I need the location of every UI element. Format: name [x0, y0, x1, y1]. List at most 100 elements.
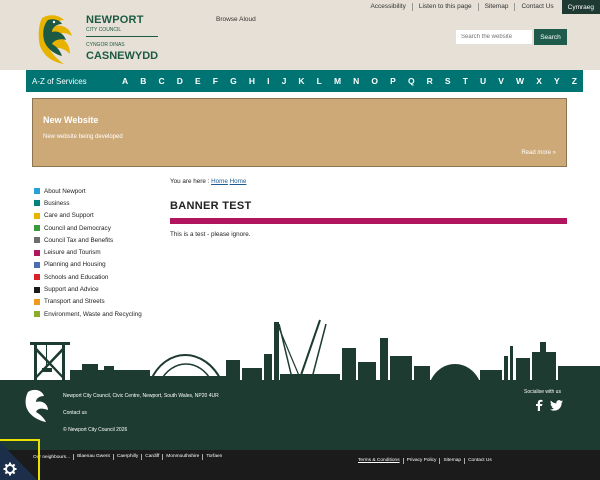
sidebar-item-planning-housing[interactable]: Planning and Housing — [34, 259, 164, 271]
sidebar-item-council-democracy[interactable]: Council and Democracy — [34, 222, 164, 234]
az-letter-i[interactable]: I — [267, 76, 269, 86]
az-letter-u[interactable]: U — [480, 76, 486, 86]
council-address: Newport City Council, Civic Centre, Newp… — [63, 393, 219, 399]
sidebar-item-schools-education[interactable]: Schools and Education — [34, 271, 164, 283]
sidebar-item-leisure-tourism[interactable]: Leisure and Tourism — [34, 246, 164, 258]
listen-link[interactable]: Listen to this page — [411, 3, 478, 11]
neighbour-link-caerphilly[interactable]: Caerphilly — [112, 454, 141, 460]
browse-aloud-link[interactable]: Browse Aloud — [216, 16, 256, 23]
az-letter-m[interactable]: M — [334, 76, 341, 86]
sidebar-item-support-advice[interactable]: Support and Advice — [34, 283, 164, 295]
az-letter-t[interactable]: T — [463, 76, 468, 86]
footer-contact-us-link[interactable]: Contact Us — [464, 458, 495, 464]
neighbour-link-monmouthshire[interactable]: Monmouthshire — [162, 454, 202, 460]
news-banner[interactable]: New Website New website being developed … — [32, 98, 567, 167]
category-color-square — [34, 286, 40, 293]
language-toggle-button[interactable]: Cymraeg — [561, 0, 600, 14]
footer-sitemap-link[interactable]: Sitemap — [439, 458, 464, 464]
logo-divider — [86, 36, 158, 37]
az-letter-e[interactable]: E — [195, 76, 201, 86]
accessibility-link[interactable]: Accessibility — [364, 3, 411, 11]
contact-us-link[interactable]: Contact Us — [514, 3, 559, 11]
banner-title[interactable]: New Website — [43, 115, 98, 125]
sidebar-item-label: Leisure and Tourism — [44, 249, 101, 257]
sidebar-item-business[interactable]: Business — [34, 197, 164, 209]
sidebar-item-care-support[interactable]: Care and Support — [34, 210, 164, 222]
legal-links: Terms & Conditions Privacy Policy Sitema… — [355, 458, 495, 464]
az-letter-o[interactable]: O — [371, 76, 378, 86]
banner-read-more-link[interactable]: Read more » — [521, 150, 556, 156]
page-body-text: This is a test - please ignore. — [170, 231, 251, 238]
sidebar-item-council-tax[interactable]: Council Tax and Benefits — [34, 234, 164, 246]
logo-sub-cy: CYNGOR DINAS — [86, 42, 125, 48]
logo-name-en: NEWPORT — [86, 14, 144, 26]
category-color-square — [34, 249, 40, 256]
privacy-policy-link[interactable]: Privacy Policy — [402, 458, 440, 464]
logo-sub-en: CITY COUNCIL — [86, 27, 122, 33]
az-letter-l[interactable]: L — [317, 76, 322, 86]
cookie-settings-button[interactable] — [0, 439, 40, 480]
facebook-icon[interactable] — [534, 399, 544, 411]
az-letter-j[interactable]: J — [282, 76, 287, 86]
sidebar-item-label: About Newport — [44, 187, 86, 195]
search-button[interactable]: Search — [534, 29, 567, 45]
category-color-square — [34, 274, 40, 281]
az-letter-c[interactable]: C — [159, 76, 165, 86]
breadcrumb-home-link[interactable]: Home — [211, 178, 228, 185]
category-color-square — [34, 261, 40, 268]
sidebar-item-transport-streets[interactable]: Transport and Streets — [34, 296, 164, 308]
sidebar-item-label: Environment, Waste and Recycling — [44, 310, 142, 318]
sidebar-item-label: Care and Support — [44, 212, 94, 220]
council-logo[interactable]: NEWPORT CITY COUNCIL CYNGOR DINAS CASNEW… — [36, 12, 166, 66]
neighbour-link-cardiff[interactable]: Cardiff — [141, 454, 162, 460]
breadcrumb-home-link-2[interactable]: Home — [230, 178, 247, 185]
az-letter-f[interactable]: F — [213, 76, 218, 86]
category-color-square — [34, 188, 40, 195]
logo-name-cy: CASNEWYDD — [86, 50, 159, 62]
az-letter-a[interactable]: A — [122, 76, 128, 86]
category-color-square — [34, 298, 40, 305]
neighbour-link-torfaen[interactable]: Torfaen — [202, 454, 225, 460]
terms-link[interactable]: Terms & Conditions — [355, 458, 403, 464]
az-letter-p[interactable]: P — [390, 76, 396, 86]
service-category-nav: About Newport Business Care and Support … — [34, 185, 164, 320]
neighbour-link-blaenau-gwent[interactable]: Blaenau Gwent — [73, 454, 113, 460]
az-letter-h[interactable]: H — [249, 76, 255, 86]
az-letter-y[interactable]: Y — [554, 76, 560, 86]
neighbours-links: Our neighbours... Blaenau Gwent Caerphil… — [33, 454, 225, 460]
category-color-square — [34, 311, 40, 318]
az-letter-x[interactable]: X — [536, 76, 542, 86]
az-services-label[interactable]: A-Z of Services — [26, 77, 122, 86]
sidebar-item-label: Council and Democracy — [44, 224, 111, 232]
breadcrumb-prefix: You are here : — [170, 178, 210, 185]
az-letter-v[interactable]: V — [498, 76, 504, 86]
az-letter-d[interactable]: D — [177, 76, 183, 86]
breadcrumb: You are here : Home Home — [170, 178, 246, 185]
category-color-square — [34, 225, 40, 232]
bottom-links-bar: Our neighbours... Blaenau Gwent Caerphil… — [0, 450, 600, 480]
az-letter-k[interactable]: K — [298, 76, 304, 86]
sitemap-link[interactable]: Sitemap — [477, 3, 515, 11]
footer-contact-link[interactable]: Contact us — [63, 410, 87, 416]
az-letter-s[interactable]: S — [445, 76, 451, 86]
az-letter-n[interactable]: N — [353, 76, 359, 86]
az-letter-b[interactable]: B — [140, 76, 146, 86]
search-input[interactable] — [456, 30, 532, 44]
copyright-text: © Newport City Council 2026 — [63, 427, 128, 433]
page-title: BANNER TEST — [170, 200, 252, 212]
dragon-logo-icon — [38, 15, 72, 64]
dragon-logo-icon[interactable] — [24, 388, 54, 422]
az-letter-g[interactable]: G — [230, 76, 237, 86]
az-letter-r[interactable]: R — [427, 76, 433, 86]
az-letter-w[interactable]: W — [516, 76, 524, 86]
twitter-icon[interactable] — [550, 400, 563, 411]
sidebar-item-label: Support and Advice — [44, 286, 99, 294]
sidebar-item-about-newport[interactable]: About Newport — [34, 185, 164, 197]
city-skyline-illustration — [30, 319, 600, 382]
category-color-square — [34, 237, 40, 244]
sidebar-item-label: Council Tax and Benefits — [44, 236, 114, 244]
az-letter-z[interactable]: Z — [572, 76, 577, 86]
site-header: NEWPORT CITY COUNCIL CYNGOR DINAS CASNEW… — [0, 0, 600, 70]
sidebar-item-label: Transport and Streets — [44, 298, 105, 306]
az-letter-q[interactable]: Q — [408, 76, 415, 86]
